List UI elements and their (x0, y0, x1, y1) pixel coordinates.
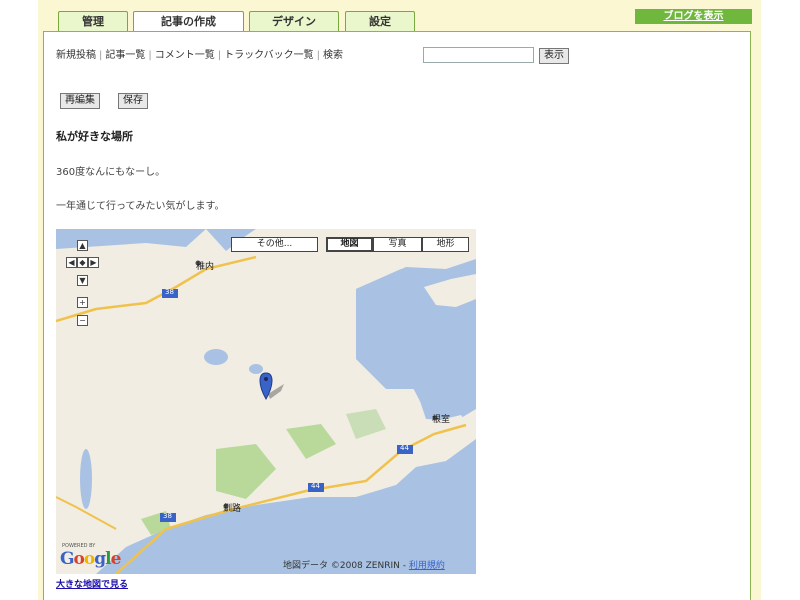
map-marker-dot (264, 377, 268, 381)
embedded-map[interactable]: ▲ ◀ ◆ ▶ ▼ + − その他... 地図 写真 地形 稚内 根室 釧路 3… (56, 229, 476, 574)
map-place-label: 稚内 (196, 262, 215, 272)
subnav-separator: | (148, 50, 152, 61)
zoom-in-icon[interactable]: + (77, 297, 88, 308)
pan-down-icon[interactable]: ▼ (77, 275, 88, 286)
tab-design[interactable]: デザイン (249, 11, 339, 31)
subnav-post-list[interactable]: 記事一覧 (105, 50, 145, 61)
road-number: 44 (400, 444, 409, 452)
subnav-separator: | (316, 50, 320, 61)
subnav-search[interactable]: 検索 (323, 50, 343, 61)
terms-link[interactable]: 利用規約 (409, 561, 445, 571)
tab-manage[interactable]: 管理 (58, 11, 128, 31)
road-number: 38 (163, 512, 172, 520)
subnav-comment-list[interactable]: コメント一覧 (155, 50, 215, 61)
map-credit-text: 地図データ ©2008 ZENRIN - (283, 561, 406, 571)
tab-settings[interactable]: 設定 (345, 11, 415, 31)
search-input[interactable] (423, 47, 534, 63)
view-blog-button[interactable]: ブログを表示 (635, 9, 752, 24)
subnav-separator: | (99, 50, 103, 61)
larger-map-link[interactable]: 大きな地図で見る (56, 577, 128, 590)
pan-right-icon[interactable]: ▶ (88, 257, 99, 268)
map-credit: 地図データ ©2008 ZENRIN - 利用規約 (283, 558, 445, 571)
sub-navigation: 新規投稿 | 記事一覧 | コメント一覧 | トラックバック一覧 | 検索 (56, 46, 343, 61)
subnav-separator: | (217, 50, 222, 61)
map-type-satellite-button[interactable]: 写真 (373, 237, 422, 252)
map-type-terrain-button[interactable]: 地形 (422, 237, 469, 252)
map-place-label: 根室 (432, 415, 451, 425)
map-place-label: 釧路 (223, 504, 242, 514)
reedit-button[interactable]: 再編集 (60, 93, 100, 109)
map-type-map-button[interactable]: 地図 (326, 237, 373, 252)
tab-create-post[interactable]: 記事の作成 (133, 11, 244, 32)
tab-label: デザイン (272, 15, 316, 28)
tab-label: 記事の作成 (161, 15, 216, 28)
subnav-trackback-list[interactable]: トラックバック一覧 (224, 50, 314, 61)
google-logo[interactable]: Google (60, 549, 121, 569)
zoom-out-icon[interactable]: − (77, 315, 88, 326)
map-lake (249, 364, 263, 374)
map-lake (204, 349, 228, 365)
subnav-new-post[interactable]: 新規投稿 (56, 50, 96, 61)
map-more-button[interactable]: その他... (231, 237, 318, 252)
post-body-line: 360度なんにもなーし。 (56, 167, 166, 178)
map-canvas (56, 229, 476, 574)
save-button[interactable]: 保存 (118, 93, 148, 109)
tab-label: 設定 (369, 15, 391, 28)
road-number: 38 (165, 288, 174, 296)
show-button[interactable]: 表示 (539, 48, 569, 64)
post-body-line: 一年通じて行ってみたい気がします。 (56, 201, 225, 212)
road-number: 44 (311, 482, 320, 490)
pan-center-icon[interactable]: ◆ (77, 257, 88, 268)
pan-left-icon[interactable]: ◀ (66, 257, 77, 268)
post-title: 私が好きな場所 (56, 130, 133, 143)
tab-label: 管理 (82, 15, 104, 28)
map-lake (80, 449, 92, 509)
pan-up-icon[interactable]: ▲ (77, 240, 88, 251)
